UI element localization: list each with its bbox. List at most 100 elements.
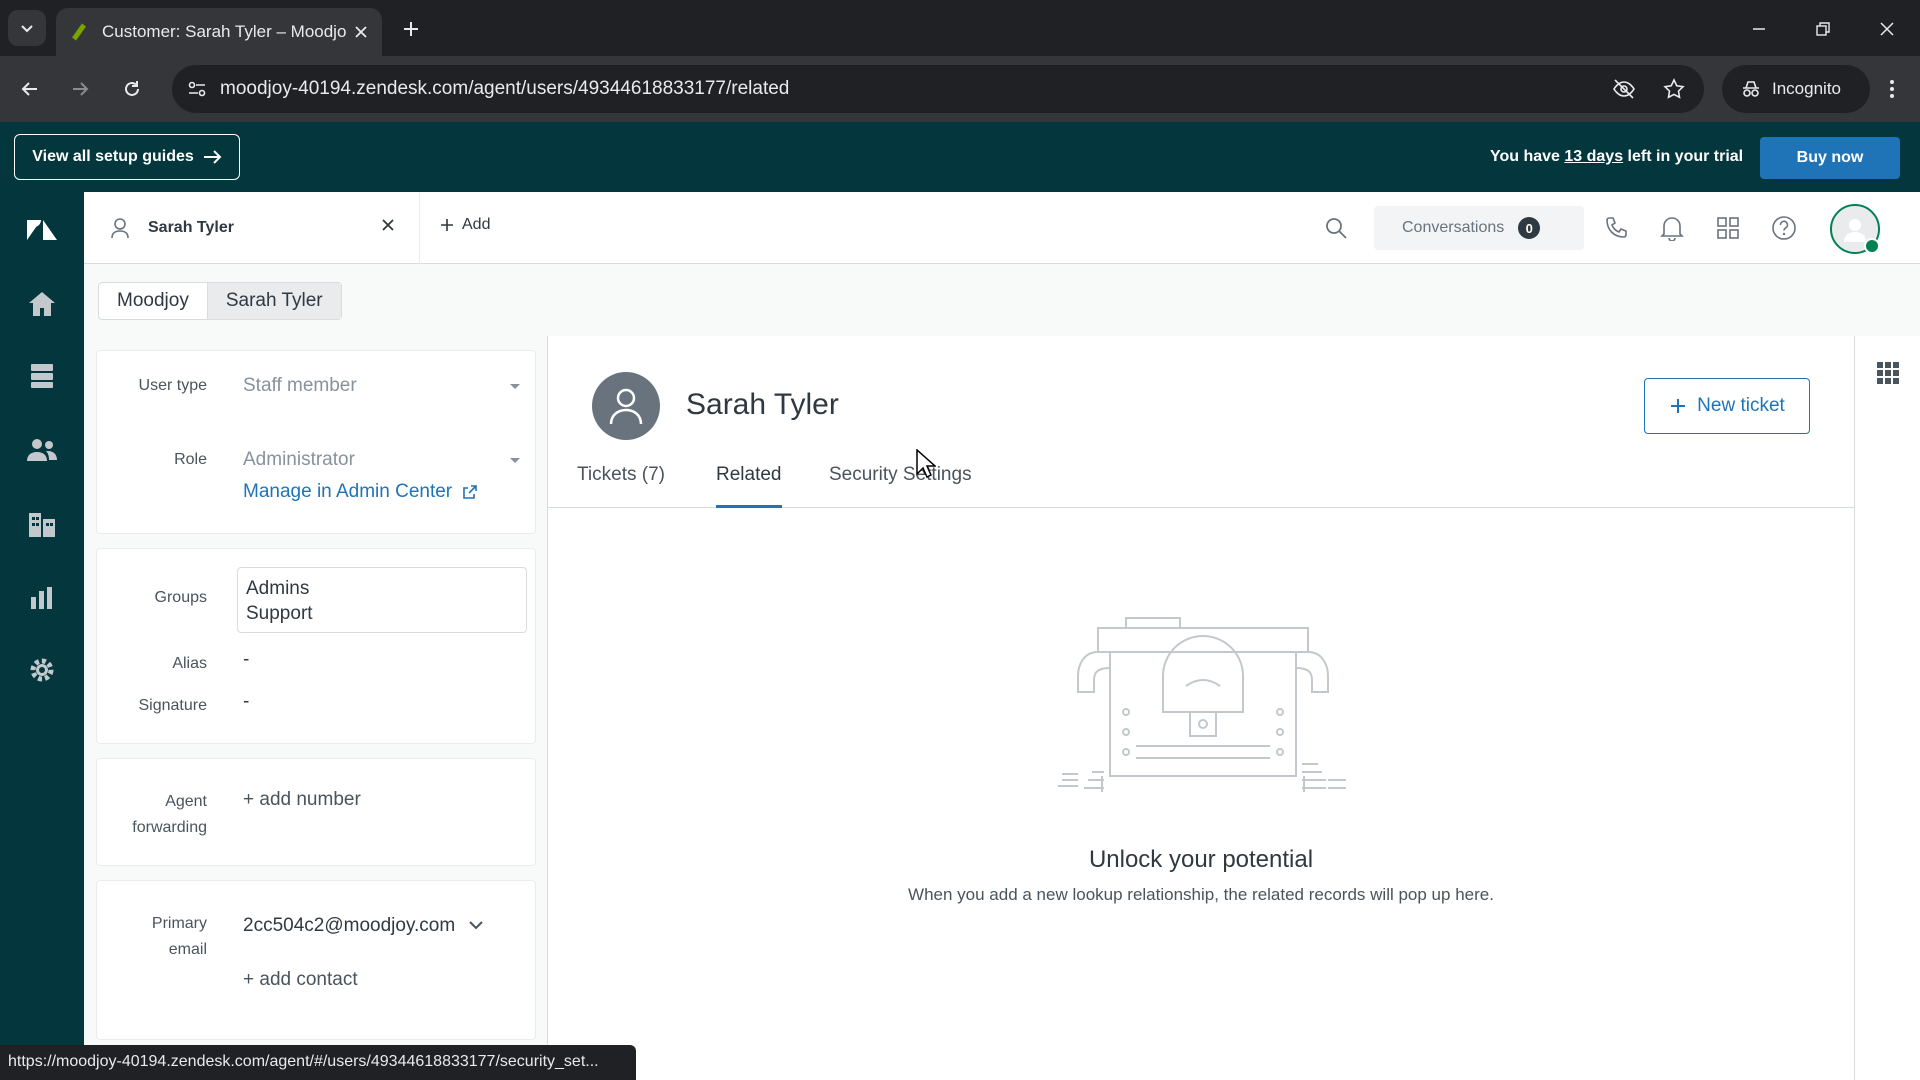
tab-search-button[interactable] xyxy=(8,10,46,46)
browser-tab-title: Customer: Sarah Tyler – Moodjoy xyxy=(102,22,346,41)
group-item: Admins xyxy=(246,578,310,599)
admin-gear-icon[interactable] xyxy=(24,652,60,688)
treasure-chest-illustration xyxy=(1058,617,1346,792)
star-icon[interactable] xyxy=(1662,77,1686,101)
trial-days-link[interactable]: 13 days xyxy=(1564,148,1623,165)
phone-button[interactable] xyxy=(1600,212,1632,244)
browser-menu-button[interactable] xyxy=(1880,73,1904,105)
browser-tab[interactable]: Customer: Sarah Tyler – Moodjoy xyxy=(56,8,382,56)
alias-value[interactable]: - xyxy=(243,647,249,673)
add-tab-button[interactable]: Add xyxy=(440,216,490,234)
new-ticket-label: New ticket xyxy=(1697,395,1785,416)
close-icon[interactable] xyxy=(354,25,368,39)
minimize-icon xyxy=(1753,28,1765,30)
contact-card: Primary email 2cc504c2@moodjoy.com + add… xyxy=(96,880,536,1040)
tab-related[interactable]: Related xyxy=(716,464,782,508)
zendesk-logo-icon[interactable] xyxy=(24,212,60,248)
incognito-icon xyxy=(1743,81,1759,97)
profile-avatar[interactable] xyxy=(1830,204,1880,254)
minimize-button[interactable] xyxy=(1744,14,1774,44)
user-name-heading: Sarah Tyler xyxy=(686,388,839,421)
eye-off-icon[interactable] xyxy=(1612,77,1636,101)
url-text: moodjoy-40194.zendesk.com/agent/users/49… xyxy=(220,78,790,99)
browser-toolbar: moodjoy-40194.zendesk.com/agent/users/49… xyxy=(0,56,1920,122)
incognito-indicator[interactable]: Incognito xyxy=(1722,65,1870,113)
breadcrumb-org[interactable]: Moodjoy xyxy=(99,283,207,319)
role-label: Role xyxy=(174,451,207,468)
caret-down-icon xyxy=(510,384,520,389)
user-main-panel: Sarah Tyler New ticket Tickets (7) Relat… xyxy=(548,336,1854,1080)
alias-label: Alias xyxy=(172,655,207,672)
search-button[interactable] xyxy=(1320,212,1352,244)
home-icon[interactable] xyxy=(24,286,60,322)
role-select[interactable]: Administrator xyxy=(243,447,355,473)
app-topbar: Sarah Tyler Add Conversations 0 xyxy=(84,192,1920,264)
customers-icon[interactable] xyxy=(24,432,60,468)
plus-icon xyxy=(404,22,418,36)
groups-field[interactable]: Admins Support xyxy=(237,567,527,633)
user-tab[interactable]: Sarah Tyler xyxy=(84,192,420,264)
new-tab-button[interactable] xyxy=(396,14,426,44)
organizations-icon[interactable] xyxy=(24,506,60,542)
trial-prefix: You have xyxy=(1490,148,1565,165)
manage-admin-center-link[interactable]: Manage in Admin Center xyxy=(243,479,478,505)
link-status-url: https://moodjoy-40194.zendesk.com/agent/… xyxy=(0,1045,636,1080)
site-info-icon[interactable] xyxy=(186,78,208,100)
address-bar[interactable]: moodjoy-40194.zendesk.com/agent/users/49… xyxy=(172,65,1704,113)
search-icon xyxy=(1326,218,1347,239)
primary-email-value[interactable]: 2cc504c2@moodjoy.com xyxy=(243,913,455,939)
trial-suffix: left in your trial xyxy=(1623,148,1744,165)
apps-button[interactable] xyxy=(1712,212,1744,244)
breadcrumb-user[interactable]: Sarah Tyler xyxy=(206,283,341,319)
incognito-label: Incognito xyxy=(1772,79,1841,98)
buy-now-button[interactable]: Buy now xyxy=(1760,137,1900,179)
plus-icon xyxy=(441,219,453,231)
new-ticket-button[interactable]: New ticket xyxy=(1644,378,1810,434)
close-icon xyxy=(1880,22,1894,36)
user-type-select[interactable]: Staff member xyxy=(243,373,357,399)
chevron-down-icon[interactable] xyxy=(469,921,483,931)
conversations-button[interactable]: Conversations 0 xyxy=(1374,206,1584,250)
zendesk-favicon-icon xyxy=(71,23,87,41)
close-icon[interactable] xyxy=(381,218,395,232)
add-contact-link[interactable]: + add contact xyxy=(243,967,358,993)
restore-button[interactable] xyxy=(1808,14,1838,44)
notifications-button[interactable] xyxy=(1656,212,1688,244)
chevron-down-icon xyxy=(21,25,33,33)
help-button[interactable] xyxy=(1768,212,1800,244)
add-tab-label: Add xyxy=(462,216,491,233)
tab-tickets[interactable]: Tickets (7) xyxy=(577,464,665,508)
back-button[interactable] xyxy=(14,73,46,105)
reload-button[interactable] xyxy=(116,73,148,105)
restore-icon xyxy=(1816,22,1830,36)
apps-grid-icon[interactable] xyxy=(1877,362,1899,384)
signature-value[interactable]: - xyxy=(243,689,249,715)
view-setup-guides-label: View all setup guides xyxy=(32,148,194,165)
tab-security-settings[interactable]: Security Settings xyxy=(829,464,972,508)
role-card: User type Staff member Role Administrato… xyxy=(96,350,536,534)
views-icon[interactable] xyxy=(24,358,60,394)
user-tab-label: Sarah Tyler xyxy=(148,219,234,236)
close-window-button[interactable] xyxy=(1872,14,1902,44)
signature-label: Signature xyxy=(138,697,208,714)
user-properties-panel: User type Staff member Role Administrato… xyxy=(84,336,548,1080)
groups-label: Groups xyxy=(154,589,207,606)
arrow-left-icon xyxy=(21,82,37,96)
reporting-icon[interactable] xyxy=(24,580,60,616)
user-avatar xyxy=(592,372,660,440)
user-type-label: User type xyxy=(138,377,207,394)
bell-icon xyxy=(1660,217,1684,241)
empty-state-title: Unlock your potential xyxy=(1088,846,1314,873)
primary-email-label-line1: Primary xyxy=(151,915,207,932)
add-number-link[interactable]: + add number xyxy=(243,787,361,813)
group-item: Support xyxy=(246,603,313,624)
forwarding-label-line2: forwarding xyxy=(132,819,207,836)
forward-button[interactable] xyxy=(64,73,96,105)
left-nav xyxy=(0,192,84,1080)
view-setup-guides-button[interactable]: View all setup guides xyxy=(14,134,240,180)
browser-tabstrip: Customer: Sarah Tyler – Moodjoy xyxy=(0,0,1920,56)
plus-icon xyxy=(1671,399,1686,413)
user-icon xyxy=(609,388,643,425)
right-rail xyxy=(1854,336,1920,1080)
grid-icon xyxy=(1717,217,1739,239)
